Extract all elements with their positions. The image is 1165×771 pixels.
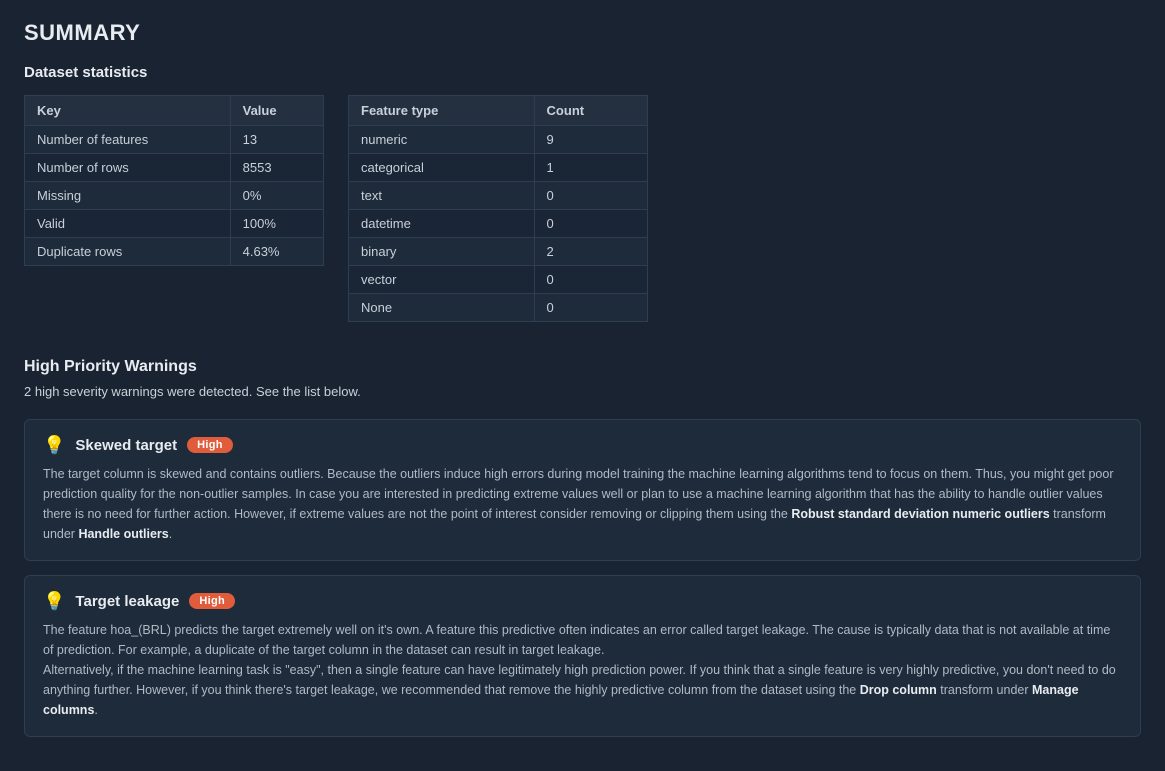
key-value-table: Key Value Number of features13Number of …: [24, 95, 324, 266]
value-cell: 0%: [230, 182, 323, 210]
dataset-statistics-title: Dataset statistics: [24, 64, 1141, 81]
value-cell: 100%: [230, 210, 323, 238]
page-title: SUMMARY: [24, 20, 1141, 46]
warnings-summary: 2 high severity warnings were detected. …: [24, 384, 1141, 399]
count-cell: 2: [534, 238, 647, 266]
count-cell: 0: [534, 294, 647, 322]
warning-body: The feature hoa_(BRL) predicts the targe…: [43, 620, 1122, 720]
warning-header: 💡 Skewed target High: [43, 436, 1122, 454]
table-row: binary2: [349, 238, 648, 266]
key-cell: Valid: [25, 210, 231, 238]
right-stats-table-container: Feature type Count numeric9categorical1t…: [348, 95, 648, 322]
warning-icon: 💡: [43, 436, 65, 454]
table-row: Number of features13: [25, 126, 324, 154]
feature-type-cell: numeric: [349, 126, 535, 154]
value-cell: 13: [230, 126, 323, 154]
count-cell: 9: [534, 126, 647, 154]
table-row: text0: [349, 182, 648, 210]
warning-title: Target leakage: [75, 593, 179, 610]
feature-type-cell: datetime: [349, 210, 535, 238]
warning-header: 💡 Target leakage High: [43, 592, 1122, 610]
count-cell: 1: [534, 154, 647, 182]
high-badge: High: [189, 593, 235, 609]
feature-type-table: Feature type Count numeric9categorical1t…: [348, 95, 648, 322]
key-cell: Number of features: [25, 126, 231, 154]
count-cell: 0: [534, 266, 647, 294]
stats-tables-wrapper: Key Value Number of features13Number of …: [24, 95, 1141, 322]
feature-type-cell: binary: [349, 238, 535, 266]
warning-title: Skewed target: [75, 437, 177, 454]
table-row: categorical1: [349, 154, 648, 182]
feature-type-col-header: Feature type: [349, 96, 535, 126]
table-row: Missing0%: [25, 182, 324, 210]
feature-type-cell: None: [349, 294, 535, 322]
count-cell: 0: [534, 210, 647, 238]
key-cell: Number of rows: [25, 154, 231, 182]
value-cell: 4.63%: [230, 238, 323, 266]
count-col-header: Count: [534, 96, 647, 126]
feature-type-cell: categorical: [349, 154, 535, 182]
high-badge: High: [187, 437, 233, 453]
value-cell: 8553: [230, 154, 323, 182]
table-row: numeric9: [349, 126, 648, 154]
feature-type-cell: vector: [349, 266, 535, 294]
table-row: datetime0: [349, 210, 648, 238]
table-row: Valid100%: [25, 210, 324, 238]
warning-body: The target column is skewed and contains…: [43, 464, 1122, 544]
key-cell: Missing: [25, 182, 231, 210]
table-row: Number of rows8553: [25, 154, 324, 182]
count-cell: 0: [534, 182, 647, 210]
table-row: None0: [349, 294, 648, 322]
warning-icon: 💡: [43, 592, 65, 610]
warning-card: 💡 Target leakage High The feature hoa_(B…: [24, 575, 1141, 737]
feature-type-cell: text: [349, 182, 535, 210]
table-row: Duplicate rows4.63%: [25, 238, 324, 266]
key-cell: Duplicate rows: [25, 238, 231, 266]
value-col-header: Value: [230, 96, 323, 126]
left-stats-table-container: Key Value Number of features13Number of …: [24, 95, 324, 266]
table-row: vector0: [349, 266, 648, 294]
warnings-container: 💡 Skewed target High The target column i…: [24, 419, 1141, 737]
warnings-section-title: High Priority Warnings: [24, 358, 1141, 376]
key-col-header: Key: [25, 96, 231, 126]
warning-card: 💡 Skewed target High The target column i…: [24, 419, 1141, 561]
